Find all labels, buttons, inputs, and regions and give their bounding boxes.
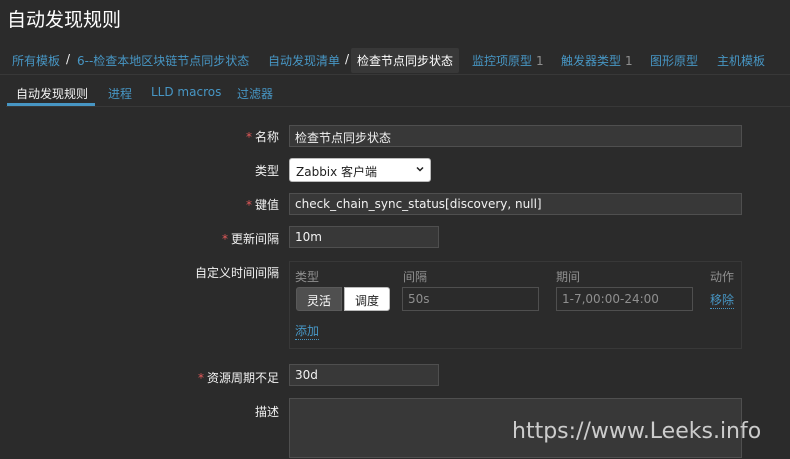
- breadcrumb-separator: /: [345, 52, 350, 66]
- name-label-text: 名称: [254, 130, 279, 144]
- breadcrumb-discovery-list[interactable]: 自动发现清单: [268, 52, 340, 69]
- breadcrumb-current-rule: 检查节点同步状态: [351, 48, 460, 73]
- remove-interval-link[interactable]: 移除: [710, 291, 735, 309]
- breadcrumb-all-templates[interactable]: 所有模板: [12, 52, 60, 69]
- tab-preprocessing[interactable]: 进程: [108, 85, 132, 102]
- name-input[interactable]: 检查节点同步状态: [289, 125, 742, 147]
- lifetime-label-text: 资源周期不足: [206, 371, 279, 385]
- breadcrumb-template[interactable]: 6--检查本地区块链节点同步状态: [77, 52, 249, 69]
- required-mark: *: [221, 232, 228, 246]
- custom-intervals-table: 类型 间隔 期间 动作 灵活 调度 50s 1-7,00:00-24:00 移除…: [289, 261, 742, 349]
- update-interval-label: * 更新间隔: [222, 230, 279, 247]
- interval-input[interactable]: 50s: [402, 287, 539, 311]
- lifetime-input[interactable]: 30d: [289, 364, 439, 386]
- item-prototypes-count: 1: [536, 54, 544, 68]
- tab-bar: 自动发现规则 进程 LLD macros 过滤器: [0, 76, 790, 106]
- required-mark: *: [197, 371, 204, 385]
- column-header-action: 动作: [710, 270, 735, 284]
- custom-intervals-label: 自定义时间间隔: [194, 266, 279, 280]
- watermark-text: https://www.Leeks.info: [512, 419, 762, 444]
- tab-discovery-rule[interactable]: 自动发现规则: [16, 85, 88, 102]
- required-mark: *: [245, 130, 252, 144]
- update-interval-label-text: 更新间隔: [230, 232, 279, 246]
- update-interval-input[interactable]: 10m: [289, 226, 439, 248]
- breadcrumb-host-prototypes[interactable]: 主机模板: [717, 52, 765, 69]
- chevron-down-icon: [416, 166, 424, 172]
- description-label: 描述: [254, 405, 279, 419]
- type-label: 类型: [254, 164, 279, 178]
- required-mark: *: [245, 198, 252, 212]
- title-bar: 自动发现规则: [0, 0, 790, 38]
- column-header-period: 期间: [556, 270, 581, 284]
- breadcrumb-trigger-prototypes[interactable]: 触发器类型 1: [561, 52, 633, 69]
- lifetime-label: * 资源周期不足: [198, 369, 279, 386]
- key-label-text: 键值: [254, 198, 279, 212]
- trigger-prototypes-count: 1: [625, 54, 633, 68]
- breadcrumb-graph-prototypes[interactable]: 图形原型: [650, 52, 698, 69]
- column-header-type: 类型: [295, 270, 320, 284]
- key-input[interactable]: check_chain_sync_status[discovery, null]: [289, 193, 742, 215]
- breadcrumb: 所有模板 / 6--检查本地区块链节点同步状态 自动发现清单 / 检查节点同步状…: [0, 44, 790, 75]
- add-interval-link[interactable]: 添加: [295, 322, 320, 340]
- column-header-interval: 间隔: [403, 270, 428, 284]
- trigger-prototypes-label: 触发器类型: [561, 54, 622, 68]
- page-title: 自动发现规则: [7, 9, 122, 31]
- flexible-toggle[interactable]: 灵活: [296, 287, 343, 311]
- type-select[interactable]: Zabbix 客户端: [289, 158, 431, 182]
- breadcrumb-item-prototypes[interactable]: 监控项原型 1: [472, 52, 544, 69]
- item-prototypes-label: 监控项原型: [472, 54, 533, 68]
- breadcrumb-separator: /: [66, 52, 71, 66]
- tab-lld-macros[interactable]: LLD macros: [151, 85, 221, 99]
- key-label: * 键值: [246, 196, 279, 213]
- period-input[interactable]: 1-7,00:00-24:00: [556, 287, 693, 311]
- type-select-value: Zabbix 客户端: [296, 165, 378, 179]
- name-label: * 名称: [246, 128, 279, 145]
- tab-filters[interactable]: 过滤器: [237, 85, 273, 102]
- scheduling-toggle[interactable]: 调度: [344, 287, 391, 311]
